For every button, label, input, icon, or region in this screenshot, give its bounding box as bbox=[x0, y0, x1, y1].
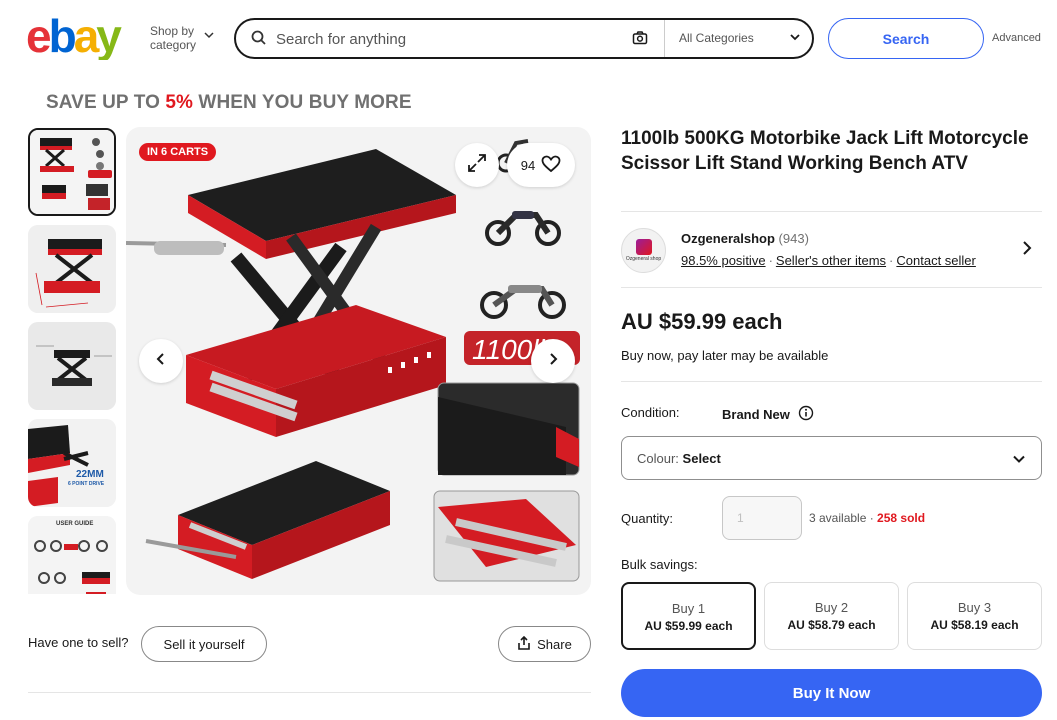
seller-avatar: Ozgeneral shop bbox=[621, 228, 666, 273]
search-icon bbox=[250, 29, 268, 52]
bulk-qty: Buy 1 bbox=[671, 601, 706, 616]
promo-prefix: SAVE UP TO bbox=[46, 92, 166, 113]
expand-image-button[interactable] bbox=[455, 143, 499, 187]
promo-percent: 5% bbox=[165, 92, 194, 113]
bulk-qty: Buy 2 bbox=[814, 600, 849, 615]
seller-logo bbox=[635, 239, 652, 255]
watchlist-button[interactable]: 94 bbox=[507, 143, 575, 187]
thumbnail-strip: 22MM 6 POINT DRIVE USER GUIDE bbox=[28, 128, 118, 594]
chevron-down-icon bbox=[204, 30, 214, 44]
divider bbox=[621, 211, 1042, 212]
condition-value: Brand New bbox=[722, 407, 790, 422]
thumbnail-caption: 22MM bbox=[76, 469, 104, 480]
colour-label: Colour: bbox=[637, 451, 679, 466]
share-icon bbox=[517, 635, 531, 653]
category-select[interactable]: All Categories bbox=[664, 20, 812, 57]
next-image-button[interactable] bbox=[531, 339, 575, 383]
separator-dot: · bbox=[768, 253, 773, 268]
condition-value-row: Brand New bbox=[722, 405, 814, 424]
seller-other-items-link[interactable]: Seller's other items bbox=[776, 253, 886, 268]
share-button[interactable]: Share bbox=[498, 626, 591, 662]
chevron-left-icon bbox=[154, 352, 168, 371]
seller-avatar-text: Ozgeneral shop bbox=[625, 256, 662, 262]
sold-count: 258 sold bbox=[877, 511, 926, 525]
thumbnail-3[interactable] bbox=[28, 322, 116, 410]
share-label: Share bbox=[537, 636, 572, 652]
seller-card[interactable]: Ozgeneral shop Ozgeneralshop (943) 98.5%… bbox=[621, 226, 1042, 276]
sell-question: Have one to sell? bbox=[28, 635, 129, 650]
chevron-right-icon bbox=[546, 352, 560, 371]
seller-positive-link[interactable]: 98.5% positive bbox=[681, 253, 766, 268]
separator-dot: · bbox=[889, 253, 894, 268]
watch-count: 94 bbox=[520, 157, 536, 173]
bulk-option-buy-1[interactable]: Buy 1 AU $59.99 each bbox=[621, 582, 756, 650]
shop-by-category-button[interactable]: Shop by category bbox=[150, 24, 214, 52]
divider bbox=[621, 381, 1042, 382]
seller-feedback-count: (943) bbox=[778, 231, 809, 246]
search-button[interactable]: Search bbox=[828, 18, 984, 59]
chevron-right-icon[interactable] bbox=[1020, 240, 1034, 261]
pay-later-text: Buy now, pay later may be available bbox=[621, 348, 829, 363]
buy-it-now-button[interactable]: Buy It Now bbox=[621, 669, 1042, 717]
promo-suffix: WHEN YOU BUY MORE bbox=[193, 92, 412, 113]
divider bbox=[621, 287, 1042, 288]
promo-banner: SAVE UP TO 5% WHEN YOU BUY MORE bbox=[46, 92, 412, 114]
expand-icon bbox=[466, 152, 488, 179]
available-count: 3 available bbox=[809, 511, 867, 525]
previous-image-button[interactable] bbox=[139, 339, 183, 383]
divider bbox=[28, 692, 591, 693]
info-icon[interactable] bbox=[798, 405, 814, 424]
chevron-down-icon bbox=[788, 30, 802, 49]
colour-select-label: Colour: Select bbox=[637, 451, 721, 466]
sell-row: Have one to sell? Sell it yourself Share bbox=[28, 626, 591, 662]
thumbnail-2[interactable] bbox=[28, 225, 116, 313]
in-carts-badge: IN 6 CARTS bbox=[139, 143, 217, 161]
thumbnail-caption-2: 6 POINT DRIVE bbox=[68, 481, 105, 487]
colour-select[interactable]: Colour: Select bbox=[621, 436, 1042, 480]
chevron-down-icon bbox=[1011, 451, 1027, 472]
contact-seller-link[interactable]: Contact seller bbox=[896, 253, 975, 268]
sell-it-yourself-button[interactable]: Sell it yourself bbox=[141, 626, 267, 662]
quantity-field[interactable] bbox=[722, 496, 802, 540]
quantity-input[interactable] bbox=[723, 497, 801, 539]
bulk-savings-label: Bulk savings: bbox=[621, 557, 698, 572]
listing-title: 1100lb 500KG Motorbike Jack Lift Motorcy… bbox=[621, 128, 1029, 174]
thumbnail-1[interactable] bbox=[28, 128, 116, 216]
category-select-label: All Categories bbox=[679, 31, 754, 45]
svg-text:ebay: ebay bbox=[26, 12, 122, 60]
site-header: ebay Shop by category All Categories Sea… bbox=[0, 0, 1057, 80]
bulk-option-buy-2[interactable]: Buy 2 AU $58.79 each bbox=[764, 582, 899, 650]
bulk-qty: Buy 3 bbox=[957, 600, 992, 615]
bulk-option-buy-3[interactable]: Buy 3 AU $58.19 each bbox=[907, 582, 1042, 650]
thumbnail-4[interactable]: 22MM 6 POINT DRIVE bbox=[28, 419, 116, 507]
bulk-price: AU $59.99 each bbox=[644, 619, 733, 633]
advanced-search-link[interactable]: Advanced bbox=[992, 32, 1041, 44]
camera-icon[interactable] bbox=[632, 30, 648, 51]
search-bar: All Categories bbox=[234, 18, 814, 59]
seller-name-row: Ozgeneralshop (943) bbox=[681, 231, 809, 246]
thumbnail-5[interactable]: USER GUIDE bbox=[28, 516, 116, 594]
seller-name[interactable]: Ozgeneralshop bbox=[681, 231, 775, 246]
separator-dot: · bbox=[866, 511, 878, 525]
thumbnail-caption: USER GUIDE bbox=[56, 521, 93, 527]
category-label: category bbox=[150, 38, 197, 52]
seller-links: 98.5% positive · Seller's other items · Cont… bbox=[681, 253, 976, 268]
ebay-logo[interactable]: ebay bbox=[26, 12, 138, 60]
main-product-image[interactable]: 1100lbs IN 6 CARTS 94 bbox=[126, 127, 591, 595]
quantity-label: Quantity: bbox=[621, 511, 674, 526]
bulk-price: AU $58.19 each bbox=[930, 618, 1019, 632]
shop-by-label: Shop by bbox=[150, 24, 195, 38]
price: AU $59.99 each bbox=[621, 309, 783, 334]
condition-label: Condition: bbox=[621, 405, 680, 420]
heart-icon bbox=[541, 155, 561, 176]
search-input[interactable] bbox=[276, 28, 616, 50]
colour-value: Select bbox=[682, 451, 721, 466]
availability: 3 available · 258 sold bbox=[809, 511, 925, 525]
bulk-price: AU $58.79 each bbox=[787, 618, 876, 632]
